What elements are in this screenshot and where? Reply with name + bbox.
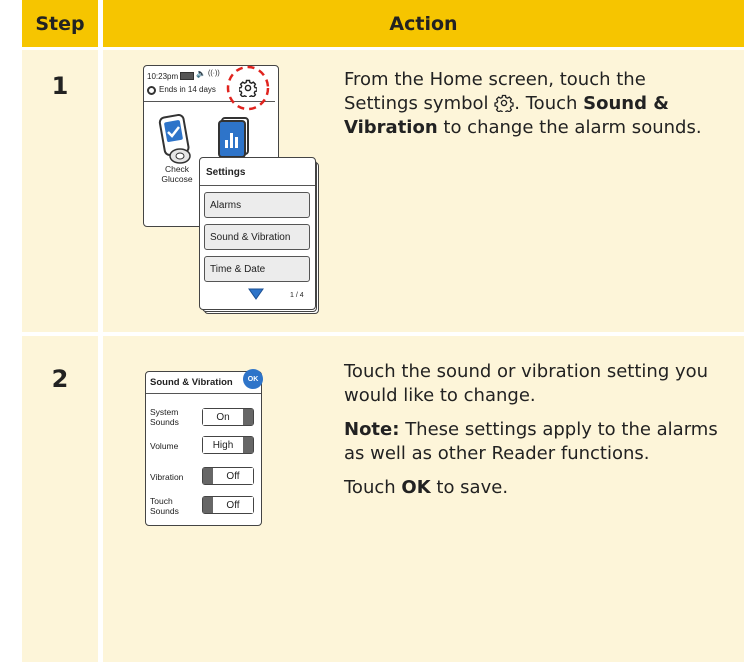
setting-label-vibration: Vibration	[150, 472, 184, 482]
page-indicator: 1 / 4	[290, 292, 304, 299]
system-sounds-toggle[interactable]: On	[202, 408, 254, 426]
inline-gear-icon	[494, 94, 514, 115]
vibration-toggle[interactable]: Off	[202, 467, 254, 485]
setting-label-volume: Volume	[150, 441, 179, 451]
step-2-instructions: Touch the sound or vibration setting you…	[344, 361, 718, 498]
reports-icon[interactable]	[216, 116, 252, 158]
step-number-1: 1	[51, 72, 69, 100]
ok-button[interactable]: OK	[243, 369, 263, 389]
sensor-ends-text: Ends in 14 days	[159, 85, 216, 94]
menu-item-alarms[interactable]: Alarms	[204, 192, 310, 218]
volume-toggle[interactable]: High	[202, 436, 254, 454]
sound-vibration-title: Sound & Vibration	[150, 377, 233, 388]
settings-divider	[200, 185, 315, 186]
check-glucose-icon[interactable]	[156, 114, 196, 166]
battery-icon	[180, 72, 194, 80]
step-number-2: 2	[51, 365, 69, 393]
vibrate-icon: ((·))	[208, 70, 220, 77]
setting-label-system-sounds: System Sounds	[150, 407, 179, 427]
setting-label-touch-sounds: Touch Sounds	[150, 496, 179, 516]
clock-text: 10:23pm	[147, 72, 179, 81]
scroll-down-arrow-icon[interactable]	[248, 288, 264, 300]
step-1-instructions: From the Home screen, touch the Settings…	[344, 69, 702, 138]
header-step: Step	[22, 0, 98, 47]
menu-item-sound-vibration[interactable]: Sound & Vibration	[204, 224, 310, 250]
sv-divider	[146, 393, 261, 394]
settings-screen: Settings Alarms Sound & Vibration Time &…	[199, 157, 316, 310]
gear-icon[interactable]	[239, 79, 257, 97]
sound-vibration-screen: Sound & Vibration System Sounds On Volume…	[145, 371, 262, 526]
settings-title: Settings	[206, 167, 246, 178]
sensor-icon	[147, 86, 156, 95]
menu-item-time-date[interactable]: Time & Date	[204, 256, 310, 282]
check-glucose-label: Check Glucose	[161, 164, 193, 184]
touch-sounds-toggle[interactable]: Off	[202, 496, 254, 514]
speaker-icon: 🔈	[196, 69, 206, 78]
header-action: Action	[103, 0, 744, 47]
